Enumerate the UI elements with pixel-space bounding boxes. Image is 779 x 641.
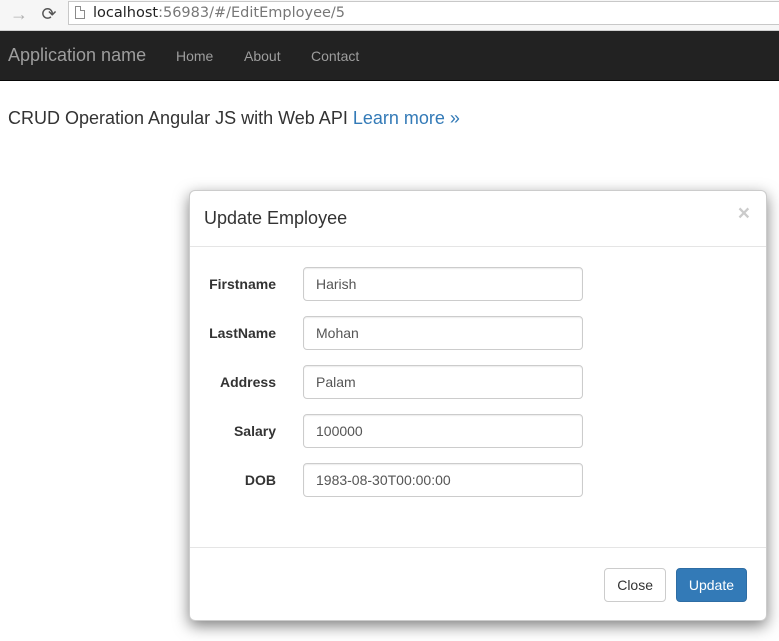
- url-text: localhost:56983/#/EditEmployee/5: [93, 4, 345, 22]
- form-row-dob: DOB: [190, 463, 766, 497]
- modal-title: Update Employee: [204, 208, 348, 228]
- lead-paragraph: CRUD Operation Angular JS with Web API L…: [8, 108, 460, 129]
- update-employee-modal: Update Employee × Firstname LastName Add…: [189, 190, 767, 621]
- browser-toolbar: → ⟳ localhost:56983/#/EditEmployee/5: [0, 0, 779, 31]
- lead-text: CRUD Operation Angular JS with Web API: [8, 108, 348, 128]
- page-icon: [75, 6, 85, 19]
- firstname-input[interactable]: [303, 267, 583, 301]
- firstname-label: Firstname: [209, 276, 276, 292]
- salary-label: Salary: [233, 423, 276, 439]
- modal-footer: Close Update: [190, 547, 766, 620]
- form-row-address: Address: [190, 365, 766, 399]
- site-navbar: Application name Home About Contact: [0, 31, 779, 81]
- reload-icon[interactable]: ⟳: [38, 3, 60, 25]
- lastname-label: LastName: [209, 325, 276, 341]
- close-button[interactable]: Close: [604, 568, 666, 602]
- close-icon[interactable]: ×: [738, 203, 750, 224]
- address-input[interactable]: [303, 365, 583, 399]
- form-row-lastname: LastName: [190, 316, 766, 350]
- arrow-right-icon[interactable]: →: [8, 3, 30, 25]
- url-host: localhost: [93, 5, 159, 21]
- update-button[interactable]: Update: [675, 568, 747, 602]
- salary-input[interactable]: [303, 414, 583, 448]
- brand-link[interactable]: Application name: [8, 45, 146, 66]
- form-row-salary: Salary: [190, 414, 766, 448]
- dob-input[interactable]: [303, 463, 583, 497]
- form-row-firstname: Firstname: [190, 267, 766, 301]
- nav-link-home[interactable]: Home: [176, 48, 213, 64]
- nav-link-about[interactable]: About: [244, 48, 281, 64]
- nav-link-contact[interactable]: Contact: [311, 48, 359, 64]
- modal-header: Update Employee ×: [190, 191, 766, 247]
- url-path: :56983/#/EditEmployee/5: [158, 5, 346, 21]
- dob-label: DOB: [244, 472, 276, 488]
- learn-more-link[interactable]: Learn more »: [353, 108, 460, 128]
- address-label: Address: [219, 374, 276, 390]
- address-bar[interactable]: localhost:56983/#/EditEmployee/5: [68, 1, 779, 25]
- lastname-input[interactable]: [303, 316, 583, 350]
